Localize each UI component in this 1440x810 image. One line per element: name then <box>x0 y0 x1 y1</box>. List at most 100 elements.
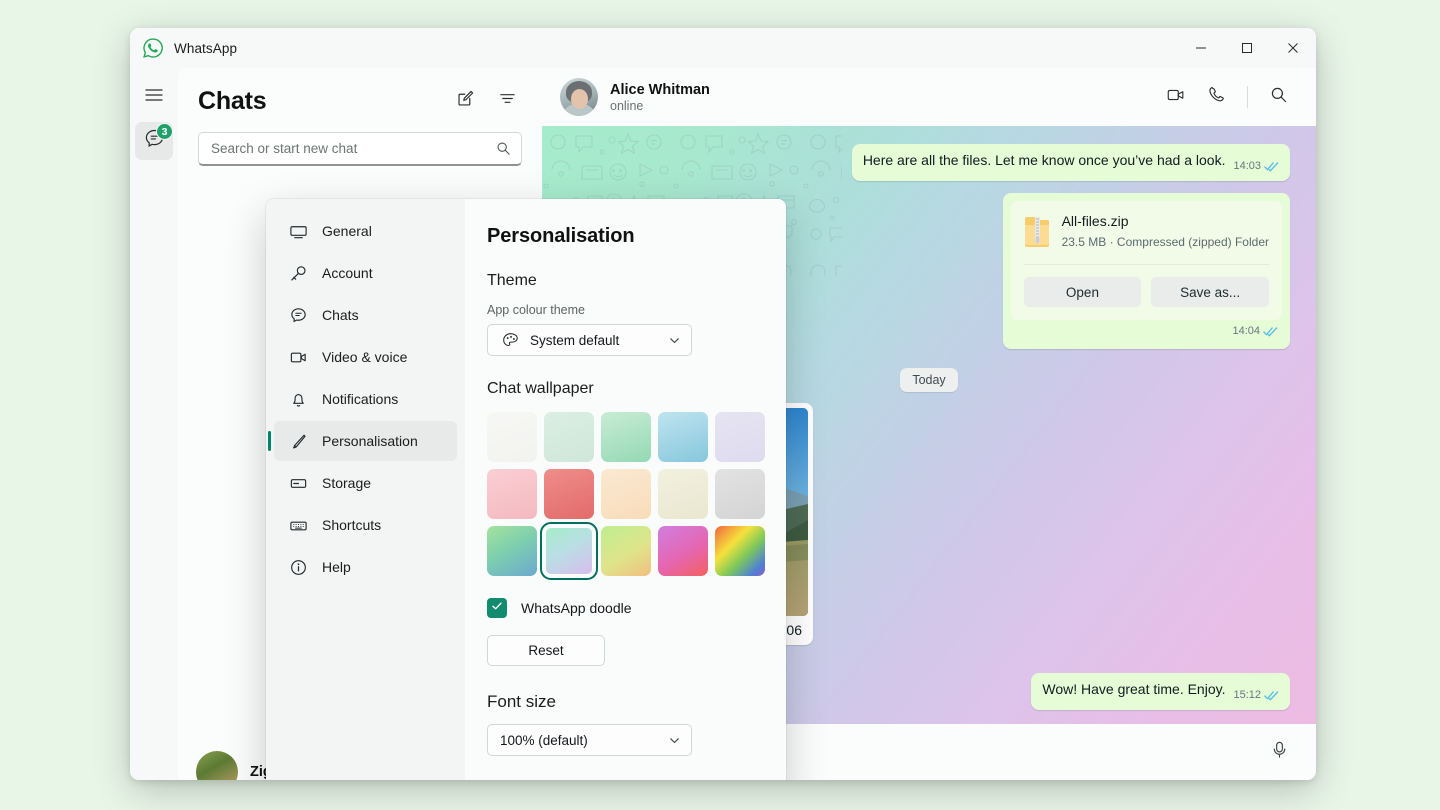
wallpaper-swatch[interactable] <box>601 469 651 519</box>
sidebar-item-label: Chats <box>322 307 359 323</box>
message-text: Wow! Have great time. Enjoy. <box>1042 681 1225 697</box>
search-input-placeholder: Search or start new chat <box>211 141 496 156</box>
theme-value: System default <box>530 333 619 348</box>
settings-content: Personalisation Theme App colour theme S… <box>465 199 786 780</box>
sidebar-item-label: Shortcuts <box>322 517 381 533</box>
voice-call-icon <box>1207 85 1226 109</box>
wallpaper-swatch[interactable] <box>544 412 594 462</box>
file-meta: 23.5 MB · Compressed (zipped) Folder <box>1062 233 1269 252</box>
info-icon <box>288 557 308 577</box>
keyboard-icon <box>288 515 308 535</box>
microphone-icon <box>1270 740 1289 764</box>
wallpaper-swatch[interactable] <box>544 469 594 519</box>
microphone-button[interactable] <box>1262 735 1296 769</box>
message-bubble-outgoing[interactable]: Wow! Have great time. Enjoy. 15:12 <box>1031 673 1290 710</box>
save-file-button[interactable]: Save as... <box>1151 277 1269 307</box>
wallpaper-swatch[interactable] <box>715 412 765 462</box>
file-card-header: All-files.zip 23.5 MB · Compressed (zipp… <box>1011 201 1282 264</box>
sidebar-item-label: Help <box>322 559 351 575</box>
wallpaper-swatch[interactable] <box>601 526 651 576</box>
doodle-toggle-row[interactable]: WhatsApp doodle <box>487 598 760 618</box>
theme-select[interactable]: System default <box>487 324 692 356</box>
avatar <box>196 751 238 780</box>
message-bubble-file[interactable]: All-files.zip 23.5 MB · Compressed (zipp… <box>1003 193 1290 349</box>
sidebar-item-label: Storage <box>322 475 371 491</box>
wallpaper-swatch[interactable] <box>601 412 651 462</box>
sidebar-item-video-voice[interactable]: Video & voice <box>274 337 457 377</box>
close-button[interactable] <box>1270 28 1316 68</box>
wallpaper-swatch-selected[interactable] <box>544 526 594 576</box>
page-title: Chats <box>198 87 266 116</box>
new-chat-button[interactable] <box>448 84 482 118</box>
file-name: All-files.zip <box>1062 212 1269 231</box>
chat-list-header: Chats <box>178 68 542 124</box>
message-text: Here are all the files. Let me know once… <box>863 152 1226 168</box>
search-input[interactable]: Search or start new chat <box>198 132 522 166</box>
settings-dialog: General Account Chats Video & voice <box>266 199 786 780</box>
window-controls <box>1178 28 1316 68</box>
doodle-checkbox[interactable] <box>487 598 507 618</box>
sidebar-item-label: Notifications <box>322 391 398 407</box>
theme-heading: Theme <box>487 272 760 290</box>
sidebar-item-general[interactable]: General <box>274 211 457 251</box>
sidebar-item-notifications[interactable]: Notifications <box>274 379 457 419</box>
wallpaper-swatch[interactable] <box>658 412 708 462</box>
voice-call-button[interactable] <box>1199 80 1233 114</box>
new-chat-icon <box>456 89 475 113</box>
contact-info[interactable]: Alice Whitman online <box>610 82 710 113</box>
wallpaper-grid[interactable] <box>487 412 760 576</box>
divider <box>1247 86 1248 108</box>
nav-rail: 3 <box>130 68 178 780</box>
filter-chats-button[interactable] <box>490 84 524 118</box>
checkmark-icon <box>491 599 503 617</box>
sidebar-item-storage[interactable]: Storage <box>274 463 457 503</box>
open-file-button[interactable]: Open <box>1024 277 1142 307</box>
search-wrap: Search or start new chat <box>178 124 542 176</box>
maximize-button[interactable] <box>1224 28 1270 68</box>
paintbrush-icon <box>288 431 308 451</box>
wallpaper-swatch[interactable] <box>715 469 765 519</box>
wallpaper-swatch[interactable] <box>715 526 765 576</box>
message-bubble-outgoing[interactable]: Here are all the files. Let me know once… <box>852 144 1290 181</box>
wallpaper-swatch[interactable] <box>487 526 537 576</box>
sidebar-item-label: General <box>322 223 372 239</box>
filter-icon <box>498 89 517 113</box>
search-icon <box>1270 86 1288 109</box>
sidebar-item-label: Account <box>322 265 373 281</box>
wallpaper-swatch[interactable] <box>658 526 708 576</box>
chat-list-actions <box>448 84 524 118</box>
storage-icon <box>288 473 308 493</box>
contact-avatar[interactable] <box>560 78 598 116</box>
panel-title: Personalisation <box>487 225 760 248</box>
sidebar-item-chats[interactable]: Chats <box>274 295 457 335</box>
chat-bubble-icon <box>288 305 308 325</box>
palette-icon <box>500 330 520 350</box>
sidebar-item-shortcuts[interactable]: Shortcuts <box>274 505 457 545</box>
sidebar-item-account[interactable]: Account <box>274 253 457 293</box>
whatsapp-logo-icon <box>142 37 164 59</box>
video-call-button[interactable] <box>1159 80 1193 114</box>
wallpaper-swatch[interactable] <box>658 469 708 519</box>
conversation-actions <box>1159 80 1296 114</box>
message-meta: 15:12 <box>1233 686 1279 705</box>
monitor-icon <box>288 221 308 241</box>
minimize-button[interactable] <box>1178 28 1224 68</box>
chevron-down-icon <box>668 734 681 747</box>
contact-status: online <box>610 99 710 113</box>
wallpaper-swatch[interactable] <box>487 469 537 519</box>
sidebar-item-chats[interactable]: 3 <box>135 122 173 160</box>
video-call-icon <box>1166 85 1186 110</box>
title-bar: WhatsApp <box>130 28 1316 68</box>
whatsapp-window: WhatsApp <box>130 28 1316 780</box>
sidebar-item-personalisation[interactable]: Personalisation <box>274 421 457 461</box>
read-ticks-icon <box>1264 161 1279 172</box>
wallpaper-swatch[interactable] <box>487 412 537 462</box>
read-ticks-icon <box>1264 690 1279 701</box>
sidebar-item-help[interactable]: Help <box>274 547 457 587</box>
hamburger-menu-button[interactable] <box>135 78 173 116</box>
reset-button[interactable]: Reset <box>487 635 605 666</box>
search-in-chat-button[interactable] <box>1262 80 1296 114</box>
font-size-select[interactable]: 100% (default) <box>487 724 692 756</box>
message-time: 14:03 <box>1233 157 1261 176</box>
zip-file-icon <box>1024 216 1050 248</box>
